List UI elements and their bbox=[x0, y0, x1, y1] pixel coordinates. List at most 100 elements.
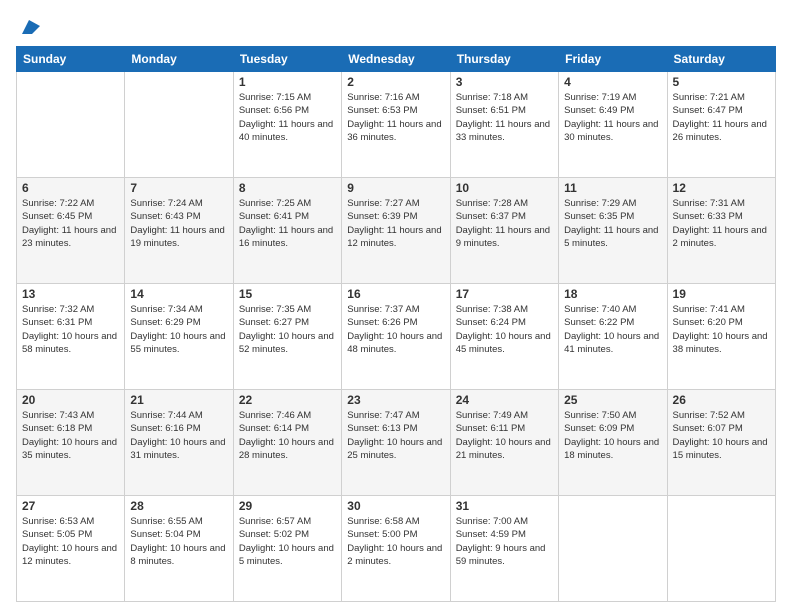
day-info: Sunrise: 7:52 AM Sunset: 6:07 PM Dayligh… bbox=[673, 409, 770, 462]
calendar-cell: 10 Sunrise: 7:28 AM Sunset: 6:37 PM Dayli… bbox=[450, 178, 558, 284]
day-number: 24 bbox=[456, 393, 553, 407]
day-info: Sunrise: 7:21 AM Sunset: 6:47 PM Dayligh… bbox=[673, 91, 770, 144]
calendar-cell: 18 Sunrise: 7:40 AM Sunset: 6:22 PM Dayli… bbox=[559, 284, 667, 390]
calendar-cell: 3 Sunrise: 7:18 AM Sunset: 6:51 PM Daylig… bbox=[450, 72, 558, 178]
day-info: Sunrise: 7:37 AM Sunset: 6:26 PM Dayligh… bbox=[347, 303, 444, 356]
weekday-header-tuesday: Tuesday bbox=[233, 47, 341, 72]
day-number: 5 bbox=[673, 75, 770, 89]
calendar-cell: 20Sunrise: 7:43 AM Sunset: 6:18 PM Dayli… bbox=[17, 390, 125, 496]
calendar-cell: 15 Sunrise: 7:35 AM Sunset: 6:27 PM Dayli… bbox=[233, 284, 341, 390]
day-number: 18 bbox=[564, 287, 661, 301]
day-info: Sunrise: 7:40 AM Sunset: 6:22 PM Dayligh… bbox=[564, 303, 661, 356]
weekday-header-monday: Monday bbox=[125, 47, 233, 72]
calendar-cell: 5 Sunrise: 7:21 AM Sunset: 6:47 PM Daylig… bbox=[667, 72, 775, 178]
day-number: 29 bbox=[239, 499, 336, 513]
day-number: 1 bbox=[239, 75, 336, 89]
calendar-week-row: 6 Sunrise: 7:22 AM Sunset: 6:45 PM Daylig… bbox=[17, 178, 776, 284]
calendar-cell: 8Sunrise: 7:25 AM Sunset: 6:41 PM Daylig… bbox=[233, 178, 341, 284]
calendar-week-row: 27 Sunrise: 6:53 AM Sunset: 5:05 PM Dayli… bbox=[17, 496, 776, 602]
calendar-cell: 17Sunrise: 7:38 AM Sunset: 6:24 PM Dayli… bbox=[450, 284, 558, 390]
day-number: 31 bbox=[456, 499, 553, 513]
calendar-table: SundayMondayTuesdayWednesdayThursdayFrid… bbox=[16, 46, 776, 602]
calendar-cell: 1 Sunrise: 7:15 AM Sunset: 6:56 PM Daylig… bbox=[233, 72, 341, 178]
header bbox=[16, 12, 776, 38]
calendar-cell bbox=[17, 72, 125, 178]
day-info: Sunrise: 7:46 AM Sunset: 6:14 PM Dayligh… bbox=[239, 409, 336, 462]
calendar-cell: 12Sunrise: 7:31 AM Sunset: 6:33 PM Dayli… bbox=[667, 178, 775, 284]
day-number: 3 bbox=[456, 75, 553, 89]
day-number: 19 bbox=[673, 287, 770, 301]
day-info: Sunrise: 7:25 AM Sunset: 6:41 PM Dayligh… bbox=[239, 197, 336, 250]
day-number: 25 bbox=[564, 393, 661, 407]
day-info: Sunrise: 7:38 AM Sunset: 6:24 PM Dayligh… bbox=[456, 303, 553, 356]
day-info: Sunrise: 7:16 AM Sunset: 6:53 PM Dayligh… bbox=[347, 91, 444, 144]
day-info: Sunrise: 6:53 AM Sunset: 5:05 PM Dayligh… bbox=[22, 515, 119, 568]
day-info: Sunrise: 6:55 AM Sunset: 5:04 PM Dayligh… bbox=[130, 515, 227, 568]
day-info: Sunrise: 7:50 AM Sunset: 6:09 PM Dayligh… bbox=[564, 409, 661, 462]
calendar-cell: 26 Sunrise: 7:52 AM Sunset: 6:07 PM Dayli… bbox=[667, 390, 775, 496]
calendar-cell: 16Sunrise: 7:37 AM Sunset: 6:26 PM Dayli… bbox=[342, 284, 450, 390]
day-info: Sunrise: 7:00 AM Sunset: 4:59 PM Dayligh… bbox=[456, 515, 553, 568]
day-number: 15 bbox=[239, 287, 336, 301]
day-info: Sunrise: 7:44 AM Sunset: 6:16 PM Dayligh… bbox=[130, 409, 227, 462]
calendar-cell: 21 Sunrise: 7:44 AM Sunset: 6:16 PM Dayli… bbox=[125, 390, 233, 496]
calendar-week-row: 1 Sunrise: 7:15 AM Sunset: 6:56 PM Daylig… bbox=[17, 72, 776, 178]
day-info: Sunrise: 7:43 AM Sunset: 6:18 PM Dayligh… bbox=[22, 409, 119, 462]
day-number: 13 bbox=[22, 287, 119, 301]
day-info: Sunrise: 7:19 AM Sunset: 6:49 PM Dayligh… bbox=[564, 91, 661, 144]
day-number: 26 bbox=[673, 393, 770, 407]
day-number: 9 bbox=[347, 181, 444, 195]
day-info: Sunrise: 7:35 AM Sunset: 6:27 PM Dayligh… bbox=[239, 303, 336, 356]
calendar-cell: 31 Sunrise: 7:00 AM Sunset: 4:59 PM Dayli… bbox=[450, 496, 558, 602]
day-number: 10 bbox=[456, 181, 553, 195]
day-info: Sunrise: 7:28 AM Sunset: 6:37 PM Dayligh… bbox=[456, 197, 553, 250]
day-info: Sunrise: 7:34 AM Sunset: 6:29 PM Dayligh… bbox=[130, 303, 227, 356]
weekday-header-sunday: Sunday bbox=[17, 47, 125, 72]
day-number: 6 bbox=[22, 181, 119, 195]
day-number: 11 bbox=[564, 181, 661, 195]
day-number: 21 bbox=[130, 393, 227, 407]
day-info: Sunrise: 7:15 AM Sunset: 6:56 PM Dayligh… bbox=[239, 91, 336, 144]
calendar-cell: 9 Sunrise: 7:27 AM Sunset: 6:39 PM Daylig… bbox=[342, 178, 450, 284]
calendar-cell: 13 Sunrise: 7:32 AM Sunset: 6:31 PM Dayli… bbox=[17, 284, 125, 390]
calendar-cell: 19 Sunrise: 7:41 AM Sunset: 6:20 PM Dayli… bbox=[667, 284, 775, 390]
calendar-cell: 14 Sunrise: 7:34 AM Sunset: 6:29 PM Dayli… bbox=[125, 284, 233, 390]
calendar-cell: 24 Sunrise: 7:49 AM Sunset: 6:11 PM Dayli… bbox=[450, 390, 558, 496]
calendar-cell bbox=[667, 496, 775, 602]
day-info: Sunrise: 7:49 AM Sunset: 6:11 PM Dayligh… bbox=[456, 409, 553, 462]
day-number: 22 bbox=[239, 393, 336, 407]
weekday-header-thursday: Thursday bbox=[450, 47, 558, 72]
day-number: 7 bbox=[130, 181, 227, 195]
day-number: 23 bbox=[347, 393, 444, 407]
calendar-cell bbox=[125, 72, 233, 178]
day-info: Sunrise: 6:57 AM Sunset: 5:02 PM Dayligh… bbox=[239, 515, 336, 568]
calendar-cell: 7 Sunrise: 7:24 AM Sunset: 6:43 PM Daylig… bbox=[125, 178, 233, 284]
day-info: Sunrise: 6:58 AM Sunset: 5:00 PM Dayligh… bbox=[347, 515, 444, 568]
calendar-week-row: 20Sunrise: 7:43 AM Sunset: 6:18 PM Dayli… bbox=[17, 390, 776, 496]
logo bbox=[16, 16, 40, 38]
day-info: Sunrise: 7:18 AM Sunset: 6:51 PM Dayligh… bbox=[456, 91, 553, 144]
calendar-cell: 28Sunrise: 6:55 AM Sunset: 5:04 PM Dayli… bbox=[125, 496, 233, 602]
calendar-cell: 22 Sunrise: 7:46 AM Sunset: 6:14 PM Dayli… bbox=[233, 390, 341, 496]
main-container: SundayMondayTuesdayWednesdayThursdayFrid… bbox=[0, 0, 792, 612]
day-info: Sunrise: 7:27 AM Sunset: 6:39 PM Dayligh… bbox=[347, 197, 444, 250]
day-number: 27 bbox=[22, 499, 119, 513]
day-info: Sunrise: 7:41 AM Sunset: 6:20 PM Dayligh… bbox=[673, 303, 770, 356]
day-info: Sunrise: 7:24 AM Sunset: 6:43 PM Dayligh… bbox=[130, 197, 227, 250]
weekday-header-row: SundayMondayTuesdayWednesdayThursdayFrid… bbox=[17, 47, 776, 72]
day-number: 2 bbox=[347, 75, 444, 89]
day-info: Sunrise: 7:31 AM Sunset: 6:33 PM Dayligh… bbox=[673, 197, 770, 250]
calendar-cell: 2 Sunrise: 7:16 AM Sunset: 6:53 PM Daylig… bbox=[342, 72, 450, 178]
day-number: 4 bbox=[564, 75, 661, 89]
day-info: Sunrise: 7:22 AM Sunset: 6:45 PM Dayligh… bbox=[22, 197, 119, 250]
day-info: Sunrise: 7:32 AM Sunset: 6:31 PM Dayligh… bbox=[22, 303, 119, 356]
calendar-cell: 27 Sunrise: 6:53 AM Sunset: 5:05 PM Dayli… bbox=[17, 496, 125, 602]
day-number: 30 bbox=[347, 499, 444, 513]
day-number: 14 bbox=[130, 287, 227, 301]
calendar-cell: 11 Sunrise: 7:29 AM Sunset: 6:35 PM Dayli… bbox=[559, 178, 667, 284]
weekday-header-saturday: Saturday bbox=[667, 47, 775, 72]
day-info: Sunrise: 7:29 AM Sunset: 6:35 PM Dayligh… bbox=[564, 197, 661, 250]
calendar-cell: 23Sunrise: 7:47 AM Sunset: 6:13 PM Dayli… bbox=[342, 390, 450, 496]
calendar-week-row: 13 Sunrise: 7:32 AM Sunset: 6:31 PM Dayli… bbox=[17, 284, 776, 390]
weekday-header-wednesday: Wednesday bbox=[342, 47, 450, 72]
